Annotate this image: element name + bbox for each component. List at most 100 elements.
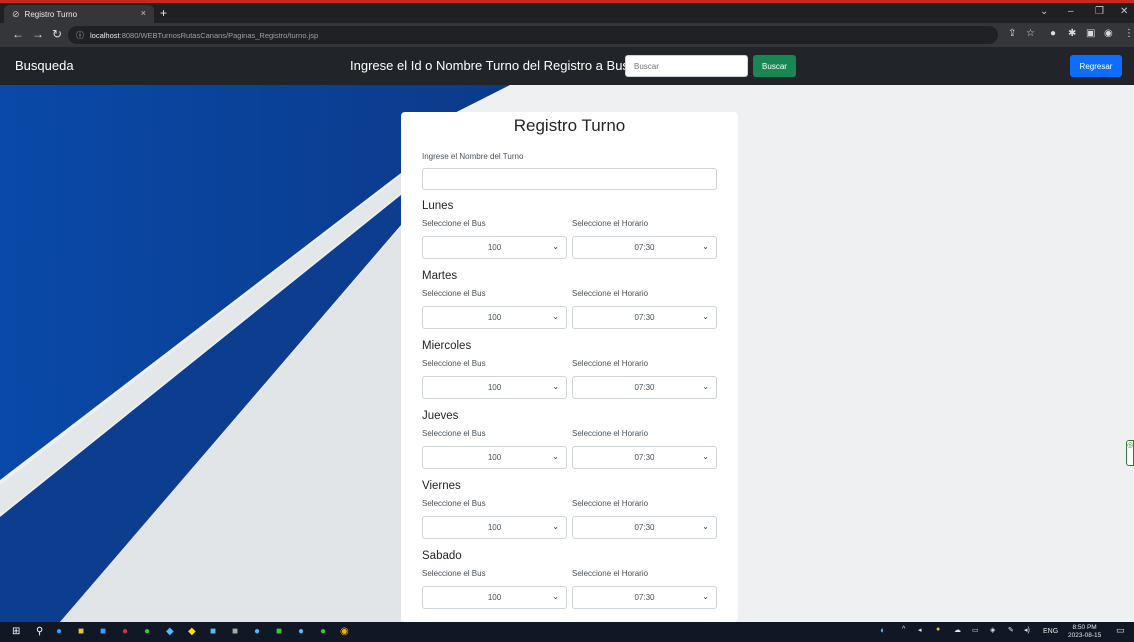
app-icon-green-2[interactable]: ■ (276, 626, 282, 637)
app-icon-blue[interactable]: ◆ (166, 626, 174, 637)
page-title: Registro Turno (513, 116, 626, 135)
app-icon-green[interactable]: ● (144, 626, 150, 637)
share-icon[interactable]: ⇪ (1008, 28, 1016, 39)
whatsapp-icon[interactable]: ● (320, 626, 326, 637)
tab-close-icon[interactable]: × (141, 8, 146, 18)
day-section-jueves: Jueves Seleccione el Bus Seleccione el H… (422, 410, 718, 480)
schedule-label: Seleccione el Horario (572, 289, 649, 298)
schedule-select[interactable]: 07:30 ⌄ (572, 306, 717, 329)
day-section-miercoles: Miercoles Seleccione el Bus Seleccione e… (422, 340, 718, 410)
app-icon-gray[interactable]: ■ (232, 626, 238, 637)
schedule-select-value: 07:30 (634, 383, 655, 392)
day-section-viernes: Viernes Seleccione el Bus Seleccione el … (422, 480, 718, 550)
bus-label: Seleccione el Bus (422, 359, 486, 368)
bookmark-star-icon[interactable]: ☆ (1026, 28, 1035, 39)
schedule-select[interactable]: 07:30 ⌄ (572, 446, 717, 469)
tray-audio-icon[interactable]: ◂ (918, 626, 922, 634)
search-label: Ingrese el Id o Nombre Turno del Registr… (350, 58, 647, 73)
sidebar-icon[interactable]: ▣ (1086, 28, 1095, 39)
windows-start-icon[interactable]: ⊞ (12, 626, 20, 637)
day-title: Lunes (422, 200, 454, 212)
weather-icon[interactable]: ◐ (880, 625, 885, 635)
chevron-down-icon: ⌄ (702, 592, 709, 601)
tab-search-icon[interactable]: ⌄ (1040, 6, 1048, 17)
tab-favicon-icon: ⊘ (12, 8, 20, 19)
store-icon[interactable]: ■ (100, 626, 106, 637)
search-button[interactable]: Buscar (753, 55, 796, 77)
chevron-down-icon: ⌄ (552, 522, 559, 531)
site-info-icon[interactable]: ⓘ (76, 30, 84, 41)
restore-icon[interactable]: ❐ (1095, 6, 1104, 17)
browser-menu-icon[interactable]: ⋮ (1124, 28, 1134, 39)
bus-select[interactable]: 100 ⌄ (422, 236, 567, 259)
search-input[interactable] (625, 55, 748, 77)
tray-app-icon[interactable]: ● (936, 626, 940, 633)
schedule-select[interactable]: 07:30 ⌄ (572, 586, 717, 609)
url-path: :8080/WEBTurnosRutasCanans/Paginas_Regis… (119, 30, 319, 40)
chevron-down-icon: ⌄ (702, 452, 709, 461)
extensions-puzzle-icon[interactable]: ✱ (1068, 28, 1076, 39)
clock-date: 2023-08-15 (1068, 632, 1102, 639)
navbar-brand[interactable]: Busqueda (15, 58, 74, 73)
schedule-select[interactable]: 07:30 ⌄ (572, 376, 717, 399)
bus-label: Seleccione el Bus (422, 499, 486, 508)
address-bar[interactable]: ⓘ localhost :8080/WEBTurnosRutasCanans/P… (68, 26, 998, 44)
chevron-down-icon: ⌄ (552, 452, 559, 461)
close-window-icon[interactable]: ✕ (1120, 6, 1128, 17)
day-title: Sabado (422, 550, 462, 562)
turno-name-label: Ingrese el Nombre del Turno (422, 152, 524, 161)
tray-pen-icon[interactable]: ✎ (1008, 626, 1014, 634)
bus-select[interactable]: 100 ⌄ (422, 376, 567, 399)
schedule-label: Seleccione el Horario (572, 219, 649, 228)
notification-icon[interactable]: ▭ (1116, 625, 1125, 636)
reload-icon[interactable]: ↻ (52, 27, 62, 41)
app-navbar: Busqueda Ingrese el Id o Nombre Turno de… (0, 47, 1134, 85)
taskbar-clock[interactable]: 8:50 PM 2023-08-15 (1068, 624, 1101, 640)
app-icon-yellow[interactable]: ◆ (188, 626, 196, 637)
browser-toolbar: ← → ↻ ⓘ localhost :8080/WEBTurnosRutasCa… (0, 23, 1134, 47)
day-section-lunes: Lunes Seleccione el Bus Seleccione el Ho… (422, 200, 718, 270)
bus-label: Seleccione el Bus (422, 569, 486, 578)
app-icon-blue-3[interactable]: ● (254, 626, 260, 637)
day-section-martes: Martes Seleccione el Bus Seleccione el H… (422, 270, 718, 340)
forward-arrow-icon[interactable]: → (32, 27, 44, 41)
browser-tab-strip: ⊘ Registro Turno × + ⌄ – ❐ ✕ (0, 3, 1134, 23)
chevron-down-icon: ⌄ (552, 242, 559, 251)
bus-select[interactable]: 100 ⌄ (422, 586, 567, 609)
browser-tab[interactable]: ⊘ Registro Turno × (4, 5, 154, 23)
schedule-select[interactable]: 07:30 ⌄ (572, 236, 717, 259)
edge-icon[interactable]: ● (56, 626, 62, 637)
tray-battery-icon[interactable]: ▭ (972, 626, 979, 634)
language-indicator[interactable]: ENG (1043, 628, 1058, 635)
chevron-down-icon: ⌄ (702, 382, 709, 391)
bus-select[interactable]: 100 ⌄ (422, 516, 567, 539)
back-button[interactable]: Regresar (1070, 55, 1122, 77)
minimize-icon[interactable]: – (1068, 6, 1074, 17)
search-icon[interactable]: ⚲ (36, 626, 43, 637)
tray-volume-icon[interactable]: ◂) (1024, 626, 1030, 634)
tray-onedrive-icon[interactable]: ☁ (954, 626, 961, 634)
turno-name-input[interactable] (422, 168, 717, 190)
extension-icon[interactable]: ● (1050, 28, 1056, 39)
bus-select[interactable]: 100 ⌄ (422, 446, 567, 469)
bus-select-value: 100 (487, 313, 502, 322)
back-arrow-icon[interactable]: ← (12, 27, 24, 41)
app-icon-blue-2[interactable]: ■ (210, 626, 216, 637)
schedule-label: Seleccione el Horario (572, 429, 649, 438)
bus-select[interactable]: 100 ⌄ (422, 306, 567, 329)
file-explorer-icon[interactable]: ■ (78, 626, 84, 637)
app-icon-red[interactable]: ● (122, 626, 128, 637)
tray-network-icon[interactable]: ◈ (990, 626, 995, 634)
app-icon-blue-4[interactable]: ● (298, 626, 304, 637)
side-widget-icon[interactable]: ◎ (1126, 440, 1134, 466)
day-title: Viernes (422, 480, 461, 492)
new-tab-button[interactable]: + (160, 6, 167, 20)
schedule-select[interactable]: 07:30 ⌄ (572, 516, 717, 539)
chrome-icon[interactable]: ◉ (340, 626, 349, 637)
profile-avatar-icon[interactable]: ◉ (1104, 28, 1113, 39)
bus-label: Seleccione el Bus (422, 429, 486, 438)
schedule-select-value: 07:30 (634, 593, 655, 602)
day-title: Miercoles (422, 340, 472, 352)
tray-chevron-icon[interactable]: ^ (902, 626, 905, 633)
bus-label: Seleccione el Bus (422, 219, 486, 228)
